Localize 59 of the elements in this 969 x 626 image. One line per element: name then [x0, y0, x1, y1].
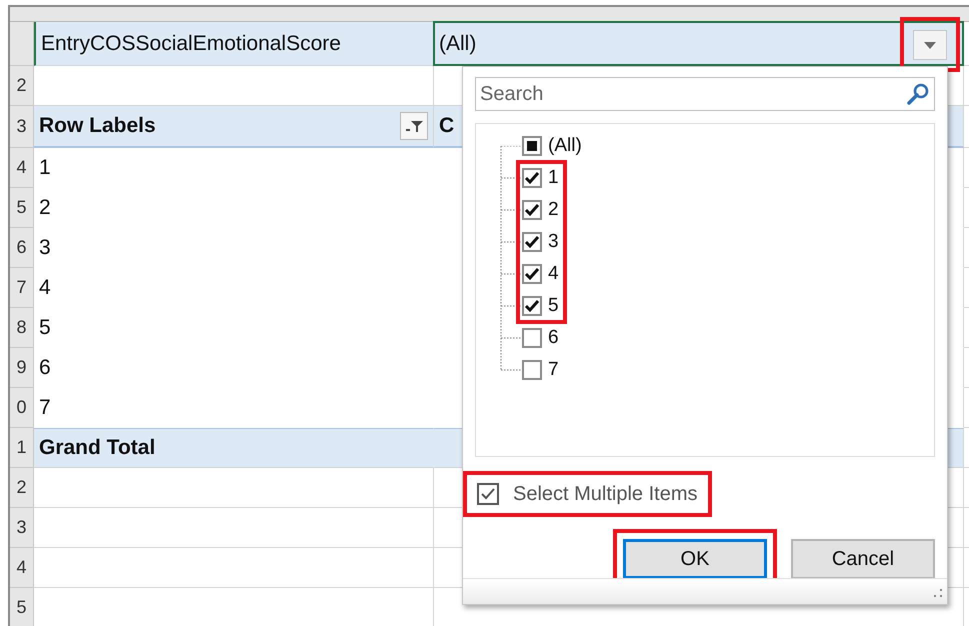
dialog-button[interactable]: OK — [623, 539, 767, 579]
checkmark-icon — [524, 203, 540, 217]
item-label[interactable]: 3 — [548, 228, 559, 256]
column-header: C — [439, 113, 454, 140]
checkmark-icon — [480, 487, 496, 501]
item-label[interactable]: 2 — [548, 196, 559, 224]
checkmark-icon — [524, 235, 540, 249]
select-multiple-label[interactable]: Select Multiple Items — [513, 479, 698, 509]
checkbox[interactable] — [522, 328, 542, 348]
row-number: 6 — [16, 236, 26, 259]
row-label: 1 — [39, 154, 51, 181]
resize-grip-icon — [933, 588, 943, 598]
row-number: 0 — [16, 396, 26, 419]
filter-icon — [405, 119, 423, 133]
row-number: 3 — [16, 115, 26, 138]
checkbox[interactable] — [522, 168, 542, 188]
filter-field-value: (All) — [439, 30, 476, 57]
checkbox[interactable] — [522, 232, 542, 252]
item-label[interactable]: (All) — [548, 132, 582, 160]
row-label: 7 — [39, 394, 51, 421]
row-number: 2 — [16, 74, 26, 97]
filter-button[interactable] — [400, 112, 428, 140]
dialog-button[interactable]: Cancel — [791, 539, 935, 579]
row-labels-header: Row Labels — [39, 113, 156, 140]
row-label: 5 — [39, 314, 51, 341]
checkmark-icon — [524, 267, 540, 281]
dropdown-button[interactable] — [913, 30, 947, 60]
checkbox[interactable] — [522, 200, 542, 220]
row-number: 8 — [16, 316, 26, 339]
item-label[interactable]: 1 — [548, 164, 559, 192]
filter-field-label: EntryCOSSocialEmotionalScore — [41, 30, 341, 57]
search-icon — [906, 82, 930, 106]
checkbox[interactable] — [477, 483, 499, 505]
row-number: 2 — [16, 476, 26, 499]
search-field[interactable]: Search — [475, 77, 935, 111]
checkbox[interactable] — [522, 360, 542, 380]
row-number: 5 — [16, 196, 26, 219]
checkmark-icon — [524, 299, 540, 313]
caret-icon — [924, 42, 936, 48]
row-number: 7 — [16, 276, 26, 299]
row-label: 2 — [39, 194, 51, 221]
row-label: 6 — [39, 354, 51, 381]
checkbox[interactable] — [522, 296, 542, 316]
item-label[interactable]: 5 — [548, 292, 559, 320]
item-label[interactable]: 6 — [548, 324, 559, 352]
item-label[interactable]: 4 — [548, 260, 559, 288]
row-number: 5 — [16, 596, 26, 619]
row-number: 4 — [16, 556, 26, 579]
checkbox[interactable] — [522, 136, 542, 156]
row-number: 9 — [16, 356, 26, 379]
item-label[interactable]: 7 — [548, 356, 559, 384]
row-number: 1 — [16, 436, 26, 459]
grand-total-label: Grand Total — [39, 435, 156, 462]
checkmark-icon — [524, 171, 540, 185]
row-number: 3 — [16, 516, 26, 539]
row-label: 3 — [39, 234, 51, 261]
row-label: 4 — [39, 274, 51, 301]
row-number: 4 — [16, 156, 26, 179]
checkbox[interactable] — [522, 264, 542, 284]
